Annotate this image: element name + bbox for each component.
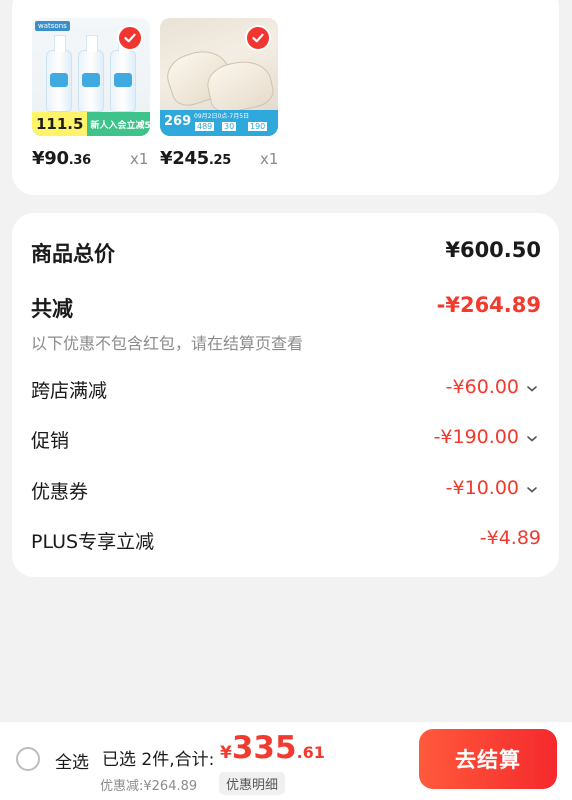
discount-row-cross-store[interactable]: 跨店满减 -¥60.00 [31,376,541,404]
discount-note: 以下优惠不包含红包，请在结算页查看 [31,334,304,353]
selected-check-icon[interactable] [245,25,271,51]
product-thumbnail[interactable]: 09月2日0点-7月5日 269 489 30 190 [160,18,278,136]
total-price-value: ¥600.50 [445,238,541,262]
chevron-down-icon[interactable] [525,483,539,497]
promo-date: 09月2日0点-7月5日 [194,113,250,120]
promo-number: 190 [248,122,268,131]
chevron-down-icon[interactable] [525,382,539,396]
selected-products-card: watsons 111.5 新人入会立减5元 ¥90.36 x1 [12,0,559,195]
total-amount: ¥335.61 [220,730,325,766]
discount-item-value: -¥60.00 [445,376,519,398]
checkout-button[interactable]: 去结算 [419,729,557,789]
product-item[interactable]: 09月2日0点-7月5日 269 489 30 190 ¥245.25 x1 [160,18,278,174]
bottle-image [110,35,136,112]
promo-text: 新人入会立减5元 [90,120,150,131]
brand-tag: watsons [35,21,70,31]
discount-total-value: -¥264.89 [436,293,541,317]
discount-detail-link[interactable]: 优惠明细 [219,772,286,795]
select-all-radio[interactable] [16,747,40,771]
product-price: ¥245.25 [160,148,231,169]
selected-count-text: 已选 2件,合计: [102,750,215,770]
chevron-down-icon[interactable] [525,432,539,446]
promo-number: 30 [222,122,237,131]
discount-summary-text: 优惠减:¥264.89 [100,779,198,794]
cart-page: watsons 111.5 新人入会立减5元 ¥90.36 x1 [0,0,572,800]
price-integer: ¥90 [32,148,69,169]
discount-note-row: 以下优惠不包含红包，请在结算页查看 [31,330,541,354]
discount-row-plus: PLUS专享立减 -¥4.89 [31,527,541,555]
price-decimal: .25 [208,153,232,168]
discount-total-label: 共减 [31,297,73,321]
product-price: ¥90.36 [32,148,91,169]
total-amount-integer: 335 [231,730,297,766]
price-decimal: .36 [68,153,91,168]
discount-item-value: -¥190.00 [433,426,519,448]
promo-banner: 111.5 新人入会立减5元 [32,112,150,136]
discount-item-label: 促销 [31,430,70,452]
discount-item-label: 优惠券 [31,481,89,503]
product-quantity: x1 [130,150,149,168]
product-quantity: x1 [260,150,279,168]
total-amount-decimal: .61 [296,743,325,762]
discount-item-label: 跨店满减 [31,380,108,402]
price-summary-card: 商品总价 ¥600.50 共减 -¥264.89 以下优惠不包含红包，请在结算页… [12,213,559,577]
discount-item-label: PLUS专享立减 [31,531,155,553]
product-item[interactable]: watsons 111.5 新人入会立减5元 ¥90.36 x1 [32,18,150,174]
selected-check-icon[interactable] [117,25,143,51]
price-integer: ¥245 [160,148,209,169]
discount-row-coupon[interactable]: 优惠券 -¥10.00 [31,477,541,505]
bottle-image [78,35,104,112]
promo-number: 269 [164,114,192,129]
discount-item-value: -¥10.00 [445,477,519,499]
promo-banner: 09月2日0点-7月5日 269 489 30 190 [160,110,278,136]
product-thumbnail[interactable]: watsons 111.5 新人入会立减5元 [32,18,150,136]
total-price-row: 商品总价 ¥600.50 [31,238,541,268]
total-price-label: 商品总价 [31,242,115,266]
discount-item-value: -¥4.89 [479,527,541,549]
discount-row-promotion[interactable]: 促销 -¥190.00 [31,426,541,454]
checkout-bar: 全选 已选 2件,合计: ¥335.61 优惠减:¥264.89 优惠明细 去结… [0,722,572,800]
discount-total-row: 共减 -¥264.89 [31,293,541,323]
promo-number: 489 [195,122,215,131]
select-all-label[interactable]: 全选 [55,748,89,773]
bottle-image [46,35,72,112]
total-currency-symbol: ¥ [220,743,232,763]
promo-price: 111.5 [32,112,88,136]
